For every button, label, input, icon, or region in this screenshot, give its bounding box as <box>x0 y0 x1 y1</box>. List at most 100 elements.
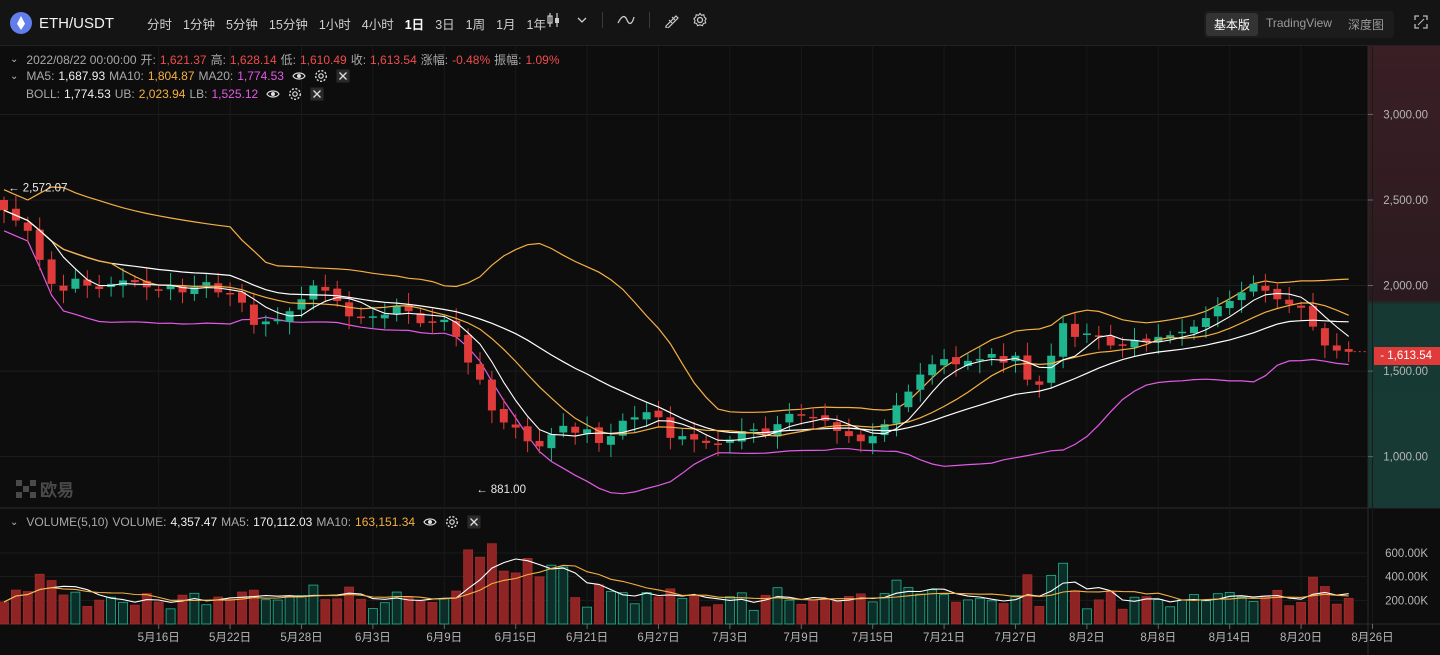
volume-bar <box>641 592 652 625</box>
volume-bar <box>439 598 450 625</box>
open-value: 1,621.37 <box>159 52 207 67</box>
interval-selector: 分时 1分钟 5分钟 15分钟 1小时 4小时 1日 3日 1周 1月 1年 <box>147 14 557 33</box>
volume-bar <box>296 595 307 625</box>
volume-bar <box>546 564 557 625</box>
eye-icon[interactable] <box>266 87 280 101</box>
date-tick-label: 7月21日 <box>923 632 965 644</box>
volume-bar <box>677 598 688 625</box>
candle-body <box>844 431 853 437</box>
volume-bar <box>308 584 319 625</box>
pair-selector[interactable]: ETH/USDT <box>10 12 114 34</box>
candle-date: 2022/08/22 00:00:00 <box>26 52 137 67</box>
candle-body <box>1201 318 1210 327</box>
volume-bar <box>260 599 271 625</box>
close-icon[interactable] <box>336 69 350 83</box>
volume-bar <box>1082 608 1092 625</box>
close-icon[interactable] <box>310 87 324 101</box>
volume-bar <box>82 606 93 625</box>
candlestick-chart[interactable]: 3,000.00 2,500.00 2,000.00 1,500.00 1,000.00… <box>0 46 1440 655</box>
view-tab-0[interactable]: 基本版 <box>1205 13 1258 36</box>
candle-body <box>690 434 699 440</box>
candle-body <box>452 320 461 337</box>
close-label: 收: <box>350 53 367 67</box>
candle-body <box>487 379 496 411</box>
close-icon[interactable] <box>467 515 481 529</box>
volume-bar <box>165 608 176 625</box>
interval-tab-10[interactable]: 1年 <box>527 14 546 33</box>
candle-body <box>357 316 365 319</box>
interval-tab-8[interactable]: 1周 <box>466 14 485 33</box>
ma10-label: MA10: <box>109 69 144 83</box>
ma5-label: MA5: <box>26 69 55 83</box>
change-label: 涨幅: <box>420 53 449 67</box>
volume-bar <box>403 597 414 625</box>
volume-bar <box>1105 591 1116 625</box>
indicator-icon[interactable] <box>617 13 635 27</box>
price-tick-label: 3,000.00 <box>1383 109 1428 121</box>
high-value: 1,628.14 <box>229 52 277 67</box>
date-tick-label: 5月28日 <box>280 632 322 644</box>
volume-bar <box>1308 576 1318 625</box>
volume-bar <box>570 597 581 625</box>
date-tick-label: 8月8日 <box>1140 632 1176 644</box>
interval-tab-9[interactable]: 1月 <box>496 14 515 33</box>
view-tab-2[interactable]: 深度图 <box>1340 13 1392 36</box>
candle-body <box>1178 331 1187 334</box>
price-annotation: ← 2,572.07 <box>8 183 67 195</box>
volume-ma10-value: 163,151.34 <box>355 515 416 529</box>
volume-tick-label: 600.00K <box>1385 548 1428 560</box>
interval-tab-3[interactable]: 15分钟 <box>269 14 308 33</box>
gear-icon[interactable] <box>288 87 302 101</box>
volume-bar <box>510 572 521 625</box>
chevron-down-icon[interactable] <box>576 14 588 26</box>
candle-body <box>380 314 389 319</box>
interval-tab-5[interactable]: 4小时 <box>362 14 394 33</box>
ub-value: 2,023.94 <box>138 87 186 101</box>
last-price-tag: - 1,613.54 <box>1374 347 1440 365</box>
volume-bar <box>94 599 105 625</box>
interval-tab-2[interactable]: 5分钟 <box>226 14 258 33</box>
eye-icon[interactable] <box>423 515 437 529</box>
last-price-value: 1,613.54 <box>1387 350 1432 362</box>
boll-label: BOLL: <box>26 87 61 101</box>
volume-bar <box>379 602 390 625</box>
candle-body <box>273 319 282 322</box>
interval-tab-0[interactable]: 分时 <box>147 14 172 33</box>
view-tab-1[interactable]: TradingView <box>1258 13 1340 36</box>
volume-bar <box>427 601 438 625</box>
date-tick-label: 7月15日 <box>852 632 894 644</box>
gear-icon[interactable] <box>445 515 459 529</box>
volume-bar <box>891 579 902 625</box>
volume-bar <box>927 589 938 625</box>
high-label: 高: <box>210 53 226 67</box>
volume-bar <box>617 592 628 625</box>
ma20-value: 1,774.53 <box>237 69 284 83</box>
candle-body <box>368 316 377 318</box>
volume-bar <box>951 601 961 625</box>
candle-body <box>0 200 8 211</box>
interval-tab-1[interactable]: 1分钟 <box>183 14 215 33</box>
candle-body <box>523 426 532 442</box>
volume-bar <box>665 588 676 625</box>
candle-body <box>749 429 758 431</box>
interval-tab-4[interactable]: 1小时 <box>319 14 351 33</box>
gear-icon[interactable] <box>692 12 708 28</box>
gear-icon[interactable] <box>314 69 328 83</box>
lb-label: LB: <box>189 87 208 101</box>
chart-area[interactable]: 3,000.00 2,500.00 2,000.00 1,500.00 1,000.00… <box>0 46 1440 655</box>
boll-legend: BOLL: 1,774.53 UB: 2,023.94 LB: 1,525.12 <box>26 87 324 101</box>
fullscreen-icon[interactable] <box>1414 15 1428 34</box>
eye-icon[interactable] <box>292 69 306 83</box>
candle-type-icon[interactable] <box>546 12 564 28</box>
chevron-down-icon[interactable]: ⌄ <box>10 517 18 528</box>
volume-bar <box>534 576 545 625</box>
interval-tab-7[interactable]: 3日 <box>435 14 454 33</box>
candle-body <box>23 222 32 231</box>
volume-bar <box>606 591 616 625</box>
chevron-down-icon[interactable]: ⌄ <box>10 71 18 82</box>
candle-body <box>892 405 901 424</box>
candle-body <box>1023 355 1032 380</box>
drawing-tool-icon[interactable] <box>664 12 680 28</box>
interval-tab-6[interactable]: 1日 <box>405 14 424 33</box>
chevron-down-icon[interactable]: ⌄ <box>10 54 18 65</box>
